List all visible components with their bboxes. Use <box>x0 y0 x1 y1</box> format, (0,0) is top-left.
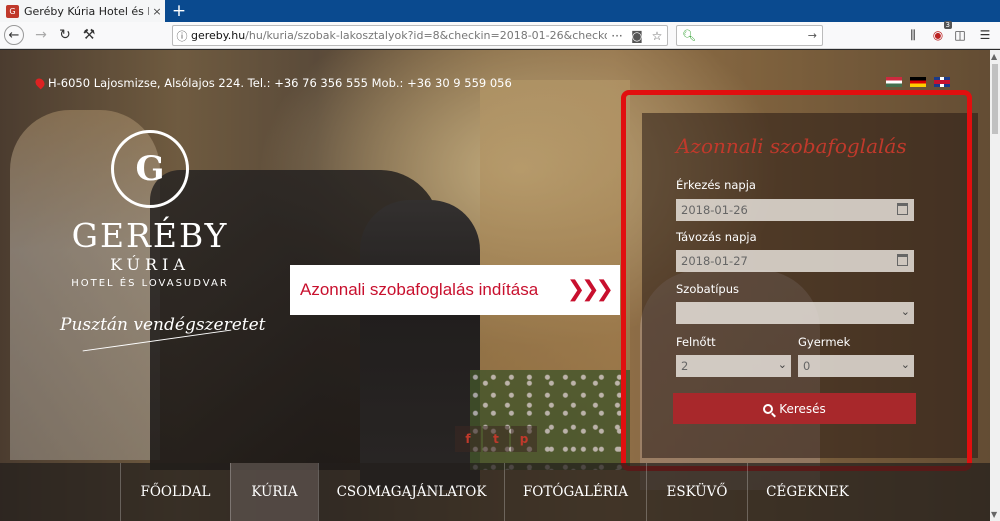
departure-label: Távozás napja <box>676 230 757 244</box>
main-nav: FŐOLDAL KÚRIA CSOMAGAJÁNLATOK FOTÓGALÉRI… <box>0 463 990 521</box>
reload-button[interactable]: ↻ <box>54 25 76 45</box>
address-text: H-6050 Lajosmizse, Alsólajos 224. Tel.: … <box>48 76 512 90</box>
flag-hungarian-icon[interactable] <box>886 77 902 87</box>
hero-section: H-6050 Lajosmizse, Alsólajos 224. Tel.: … <box>0 50 990 521</box>
search-button-label: Keresés <box>779 401 826 416</box>
pinterest-icon[interactable]: p <box>511 426 537 452</box>
chevron-down-icon: ⌄ <box>900 358 910 371</box>
arrival-date-input[interactable]: 2018-01-26 <box>676 199 914 221</box>
logo-name: GERÉBY <box>71 216 229 255</box>
url-path: /hu/kuria/szobak-lakosztalyok?id=8&check… <box>245 29 607 42</box>
adults-select[interactable]: 2 ⌄ <box>676 355 791 377</box>
logo-subtitle-2: HOTEL ÉS LOVASUDVAR <box>71 278 229 289</box>
social-links: f t p <box>455 426 537 452</box>
search-button[interactable]: Keresés <box>673 393 916 424</box>
browser-tab[interactable]: G Geréby Kúria Hotel és Lovasudv × <box>0 0 165 22</box>
flag-german-icon[interactable] <box>910 77 926 87</box>
logo-subtitle: KÚRIA <box>110 255 190 274</box>
bookmark-star-icon[interactable]: ☆ <box>647 29 667 43</box>
info-icon[interactable]: ⓘ <box>173 28 191 44</box>
chevron-down-icon: ⌄ <box>777 358 787 371</box>
children-value: 0 <box>803 359 811 373</box>
scroll-down-icon[interactable]: ▼ <box>991 510 997 519</box>
facebook-icon[interactable]: f <box>455 426 481 452</box>
cta-label: Azonnali szobafoglalás indítása <box>300 280 539 299</box>
chevron-down-icon: ⌄ <box>900 305 910 318</box>
scroll-up-icon[interactable]: ▲ <box>991 52 997 61</box>
nav-item-csomagajanlatok[interactable]: CSOMAGAJÁNLATOK <box>318 463 504 521</box>
adults-label: Felnőtt <box>676 335 716 349</box>
library-icon[interactable]: ⫼ <box>903 25 923 45</box>
arrival-label: Érkezés napja <box>676 178 756 192</box>
tagline: Pusztán vendégszeretet <box>60 315 266 335</box>
page-scrollbar[interactable]: ▲ ▼ <box>990 50 1000 521</box>
nav-item-fotogaleria[interactable]: FOTÓGALÉRIA <box>504 463 646 521</box>
browser-toolbar: ← → ↻ ⚒ ⓘ gereby.hu /hu/kuria/szobak-lak… <box>0 21 1000 49</box>
tab-title: Geréby Kúria Hotel és Lovasudv <box>24 4 149 18</box>
room-type-label: Szobatípus <box>676 282 740 296</box>
search-bar[interactable]: 🔍︎ → <box>676 25 823 46</box>
sidebar-icon[interactable]: ◫ <box>950 25 970 45</box>
language-switcher <box>886 77 950 87</box>
calendar-icon[interactable] <box>897 254 908 266</box>
triple-chevron-icon: ❯❯❯ <box>566 277 614 302</box>
forward-button[interactable]: → <box>30 25 52 45</box>
search-engine-icon[interactable]: 🔍︎ <box>682 29 696 42</box>
menu-icon[interactable]: ☰ <box>975 25 995 45</box>
url-host: gereby.hu <box>191 29 246 42</box>
addon-icon[interactable]: ◉ 3 <box>928 21 952 45</box>
site-favicon-icon: G <box>6 4 19 18</box>
url-bar[interactable]: ⓘ gereby.hu /hu/kuria/szobak-lakosztalyo… <box>172 25 668 46</box>
tab-bar: G Geréby Kúria Hotel és Lovasudv × + <box>0 0 1000 22</box>
arrival-date-value: 2018-01-26 <box>681 203 748 217</box>
contact-address: H-6050 Lajosmizse, Alsólajos 224. Tel.: … <box>33 76 512 90</box>
twitter-icon[interactable]: t <box>483 426 509 452</box>
children-label: Gyermek <box>798 335 851 349</box>
search-go-arrow-icon[interactable]: → <box>808 29 817 42</box>
booking-cta-button[interactable]: Azonnali szobafoglalás indítása ❯❯❯ <box>290 265 620 315</box>
new-tab-button[interactable]: + <box>168 0 190 22</box>
departure-date-value: 2018-01-27 <box>681 254 748 268</box>
scrollbar-thumb[interactable] <box>992 64 998 134</box>
children-select[interactable]: 0 ⌄ <box>798 355 914 377</box>
adults-value: 2 <box>681 359 689 373</box>
back-button[interactable]: ← <box>4 25 24 45</box>
nav-item-cegeknek[interactable]: CÉGEKNEK <box>747 463 867 521</box>
close-tab-icon[interactable]: × <box>149 5 165 18</box>
more-actions-icon[interactable]: ··· <box>607 29 627 43</box>
nav-item-kuria[interactable]: KÚRIA <box>230 463 318 521</box>
booking-title: Azonnali szobafoglalás <box>676 134 907 158</box>
nav-item-eskuvo[interactable]: ESKÜVŐ <box>646 463 747 521</box>
departure-date-input[interactable]: 2018-01-27 <box>676 250 914 272</box>
logo-crest-icon: G <box>111 130 189 208</box>
site-logo[interactable]: G GERÉBY KÚRIA HOTEL ÉS LOVASUDVAR <box>60 130 240 289</box>
pocket-icon[interactable]: ◙ <box>627 29 647 43</box>
wrench-icon[interactable]: ⚒ <box>78 25 100 45</box>
location-pin-icon <box>33 76 47 90</box>
flag-english-icon[interactable] <box>934 77 950 87</box>
search-icon <box>763 403 774 414</box>
nav-item-fooldal[interactable]: FŐOLDAL <box>120 463 230 521</box>
room-type-select[interactable]: ⌄ <box>676 302 914 324</box>
calendar-icon[interactable] <box>897 203 908 215</box>
